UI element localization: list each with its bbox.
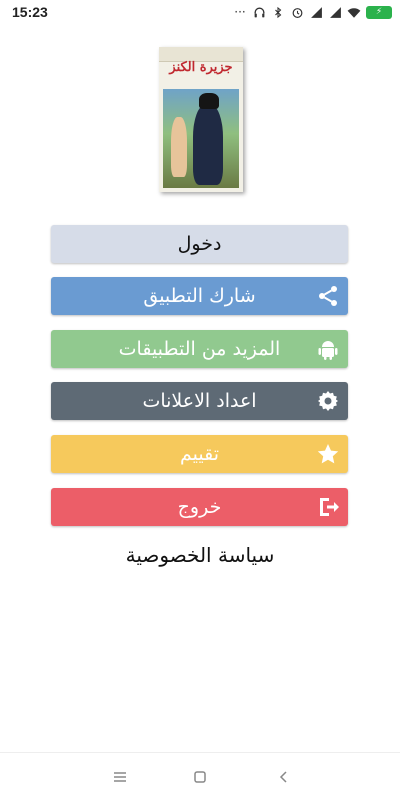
navigation-bar bbox=[0, 752, 400, 801]
gear-icon bbox=[316, 389, 340, 413]
android-icon bbox=[316, 337, 340, 361]
share-icon bbox=[316, 284, 340, 308]
more-apps-button-label: المزيد من التطبيقات bbox=[118, 338, 281, 360]
bluetooth-icon bbox=[271, 5, 285, 19]
menu-icon[interactable] bbox=[108, 765, 132, 789]
back-icon[interactable] bbox=[272, 765, 296, 789]
battery-icon: ⚡ bbox=[366, 5, 392, 19]
cover-title: جزيرة الكنز bbox=[169, 60, 233, 75]
star-icon bbox=[316, 442, 340, 466]
status-bar: 15:23 ··· ⚡ bbox=[0, 0, 400, 24]
ad-settings-button-label: اعداد الاعلانات bbox=[142, 390, 257, 412]
rate-button-label: تقييم bbox=[179, 443, 219, 465]
cover-figure-boy bbox=[171, 117, 187, 177]
headphones-icon bbox=[252, 5, 266, 19]
signal-icon-1 bbox=[309, 5, 323, 19]
share-app-button[interactable]: شارك التطبيق bbox=[51, 277, 348, 315]
signal-icon-2 bbox=[328, 5, 342, 19]
book-cover-image: جزيرة الكنز bbox=[159, 47, 243, 192]
exit-button-label: خروج bbox=[177, 496, 222, 518]
status-icons: ··· ⚡ bbox=[233, 5, 392, 19]
wifi-icon bbox=[347, 5, 361, 19]
login-button[interactable]: دخول bbox=[51, 225, 348, 263]
exit-button[interactable]: خروج bbox=[51, 488, 348, 526]
home-icon[interactable] bbox=[188, 765, 212, 789]
cover-pirate-hat bbox=[199, 93, 219, 109]
more-apps-button[interactable]: المزيد من التطبيقات bbox=[51, 330, 348, 368]
alarm-icon bbox=[290, 5, 304, 19]
ad-settings-button[interactable]: اعداد الاعلانات bbox=[51, 382, 348, 420]
cover-illustration bbox=[163, 89, 239, 188]
login-button-label: دخول bbox=[177, 233, 222, 255]
status-time: 15:23 bbox=[12, 4, 48, 20]
share-app-button-label: شارك التطبيق bbox=[143, 285, 256, 307]
cover-figure-pirate bbox=[193, 105, 223, 185]
exit-icon bbox=[316, 495, 340, 519]
rate-button[interactable]: تقييم bbox=[51, 435, 348, 473]
dots-icon: ··· bbox=[234, 5, 246, 19]
privacy-policy-link[interactable]: سياسة الخصوصية bbox=[0, 543, 400, 567]
